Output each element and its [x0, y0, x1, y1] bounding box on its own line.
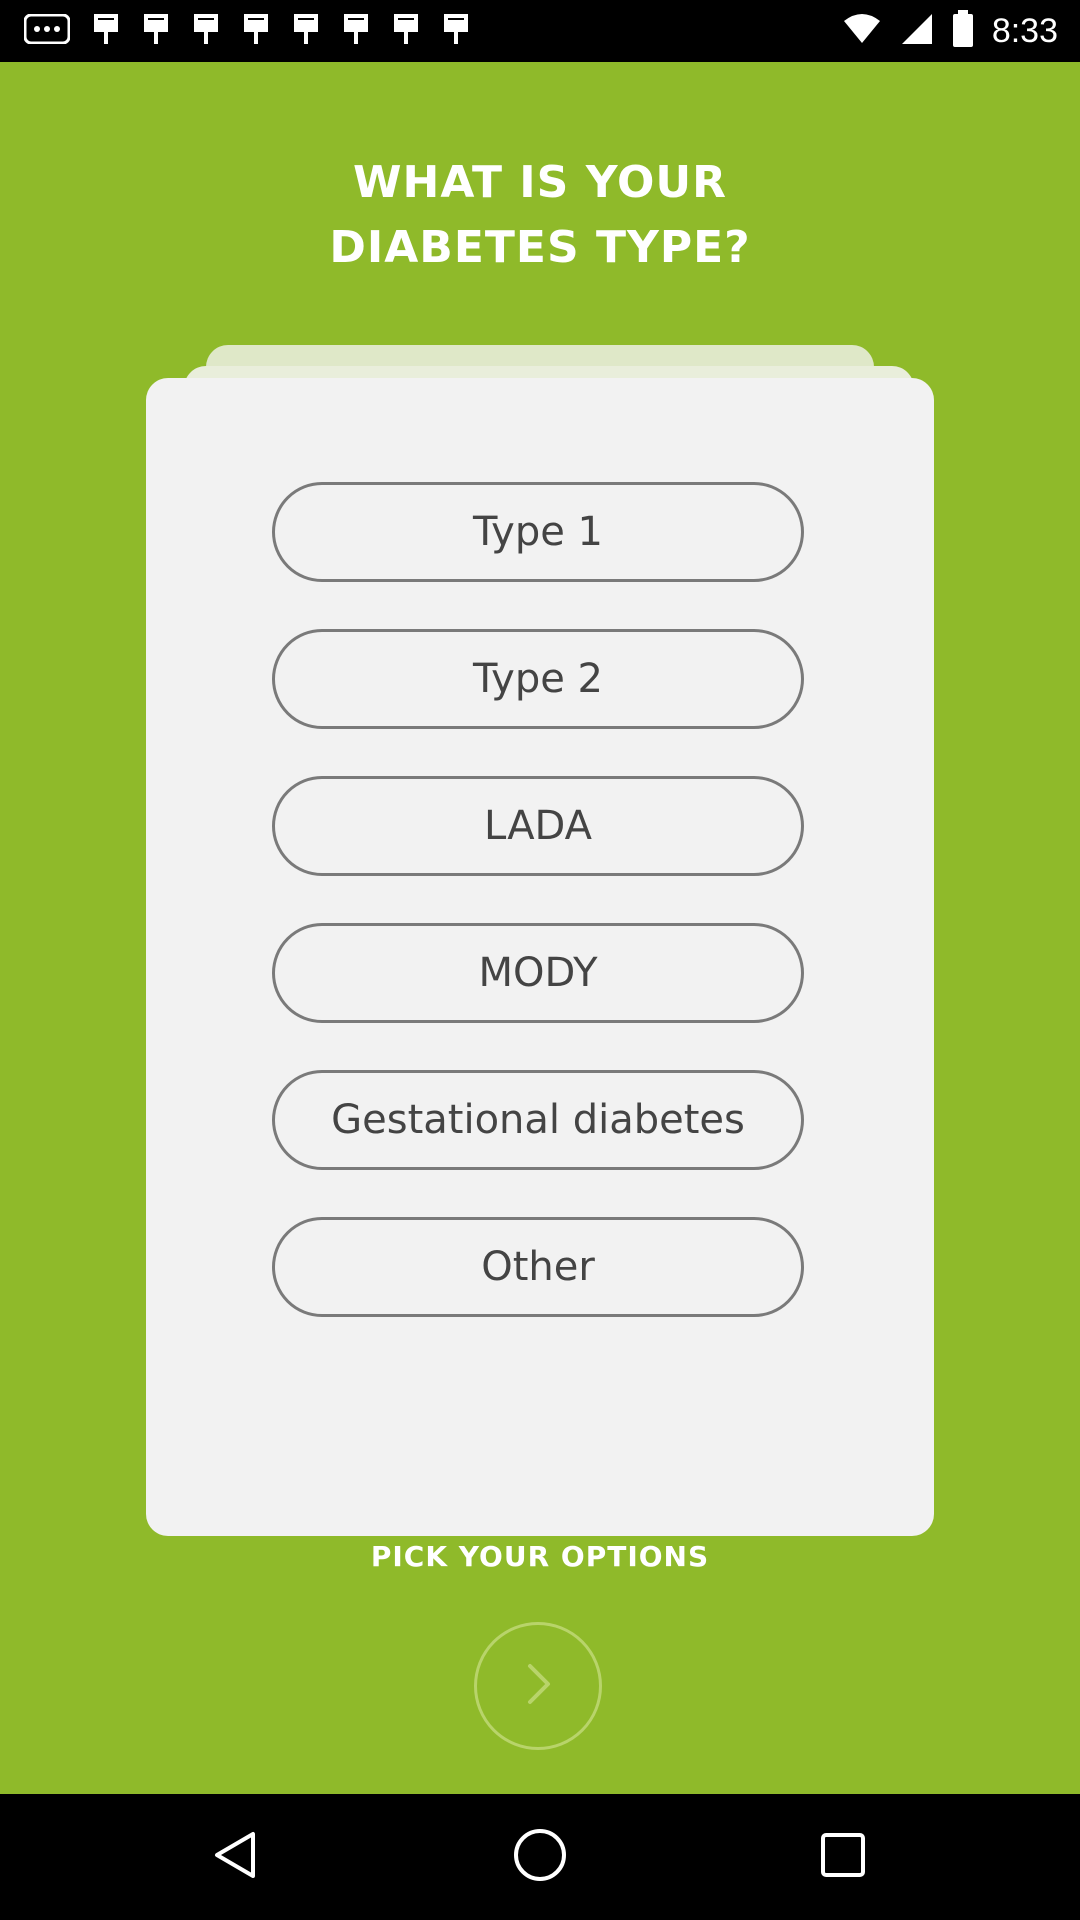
option-gestational-diabetes[interactable]: Gestational diabetes: [272, 1070, 804, 1170]
title-line-2: DIABETES TYPE?: [329, 222, 751, 273]
home-icon: [512, 1827, 568, 1888]
back-button[interactable]: [200, 1822, 270, 1892]
flag-icon: [92, 12, 120, 51]
flag-icon: [392, 12, 420, 51]
more-notifications-icon: [23, 13, 71, 49]
flag-icon: [242, 12, 270, 51]
system-status: 8:33: [842, 8, 1058, 54]
recents-icon: [820, 1832, 866, 1883]
flag-icon: [142, 12, 170, 51]
option-lada[interactable]: LADA: [272, 776, 804, 876]
back-icon: [213, 1830, 257, 1885]
status-bar: 8:33: [0, 0, 1080, 62]
signal-icon: [900, 12, 934, 51]
next-button[interactable]: [474, 1622, 602, 1750]
flag-icon: [292, 12, 320, 51]
battery-icon: [952, 9, 974, 53]
recents-button[interactable]: [808, 1822, 878, 1892]
flag-icon: [342, 12, 370, 51]
clock: 8:33: [991, 11, 1058, 50]
app-screen: WHAT IS YOUR DIABETES TYPE? Type 1 Type …: [0, 62, 1080, 1794]
pick-options-hint: PICK YOUR OPTIONS: [370, 1540, 710, 1573]
page-title: WHAT IS YOUR DIABETES TYPE?: [0, 150, 1080, 280]
home-button[interactable]: [505, 1822, 575, 1892]
flag-icon: [442, 12, 470, 51]
option-type-1[interactable]: Type 1: [272, 482, 804, 582]
wifi-icon: [842, 13, 882, 50]
title-line-1: WHAT IS YOUR: [352, 157, 727, 208]
flag-icon: [192, 12, 220, 51]
system-nav-bar: [0, 1794, 1080, 1920]
chevron-right-icon: [518, 1660, 558, 1713]
notification-icons: [23, 10, 470, 52]
option-type-2[interactable]: Type 2: [272, 629, 804, 729]
option-other[interactable]: Other: [272, 1217, 804, 1317]
option-mody[interactable]: MODY: [272, 923, 804, 1023]
options-card: Type 1 Type 2 LADA MODY Gestational diab…: [146, 378, 934, 1536]
